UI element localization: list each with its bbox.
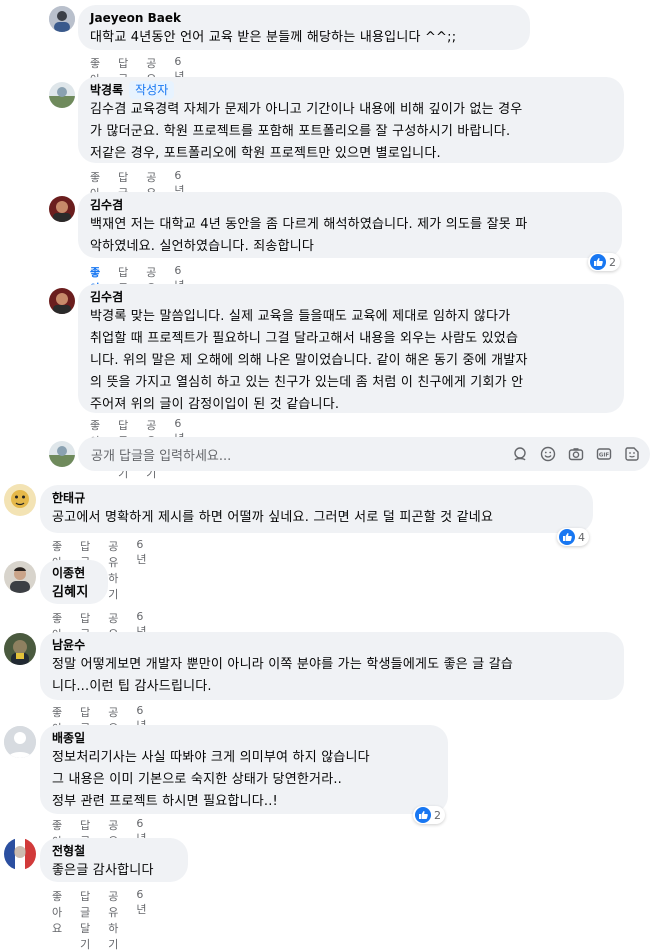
comment-text: 백재연 저는 대학교 4년 동안을 좀 다르게 해석하였습니다. 제가 의도를 … [90,217,528,254]
comment-author[interactable]: 남윤수 [52,637,612,654]
avatar[interactable] [49,82,75,108]
svg-text:GIF: GIF [598,452,609,458]
reaction-count[interactable]: 2 [413,806,445,824]
avatar[interactable] [4,633,36,665]
comment-bubble: 김수겸 박경록 맞는 말씀입니다. 실제 교육을 들을때도 교육에 제대로 임하… [78,284,624,413]
comment-header: 박경록 작성자 [90,81,612,99]
reaction-number: 4 [578,530,585,544]
avatar[interactable] [4,561,36,593]
comment-text[interactable]: 김혜지 [52,582,96,604]
reaction-count[interactable]: 4 [557,528,589,546]
comment-text: 김수겸 교육경력 자체가 문제가 아니고 기간이나 내용에 비해 깊이가 없는 … [90,102,523,161]
avatar[interactable] [4,838,36,870]
comment-author[interactable]: 전형철 [52,843,176,860]
comment-bubble: Jaeyeon Baek 대학교 4년동안 언어 교육 받은 분들께 해당하는 … [78,5,530,50]
comment-author[interactable]: 김수겸 [90,197,610,214]
reply-input[interactable]: 공개 답글을 입력하세요... GIF [78,437,650,471]
avatar[interactable] [4,484,36,516]
comment-author[interactable]: 이종현 [52,565,96,582]
camera-icon[interactable] [567,445,584,462]
comment-text: 좋은글 감사합니다 [52,863,154,878]
thumbs-up-icon [559,529,575,545]
comment-text: 공고에서 명확하게 제시를 하면 어떨까 싶네요. 그러면 서로 덜 피곤할 것… [52,510,494,525]
timestamp[interactable]: 6년 [136,888,146,952]
comment-author[interactable]: 김수겸 [90,289,612,306]
avatar[interactable] [49,288,75,314]
comment-bubble: 김수겸 백재연 저는 대학교 4년 동안을 좀 다르게 해석하였습니다. 제가 … [78,192,622,258]
gif-icon[interactable]: GIF [595,445,612,462]
comment-author[interactable]: 한태규 [52,490,581,507]
comment-bubble: 박경록 작성자 김수겸 교육경력 자체가 문제가 아니고 기간이나 내용에 비해… [78,77,624,163]
reaction-number: 2 [609,255,616,269]
comment-author[interactable]: 박경록 [90,82,123,99]
comment-text: 정말 어떻게보면 개발자 뿐만이 아니라 이쪽 분야를 가는 학생들에게도 좋은… [52,657,514,694]
reply-placeholder: 공개 답글을 입력하세요... [91,449,232,464]
comment-bubble: 한태규 공고에서 명확하게 제시를 하면 어떨까 싶네요. 그러면 서로 덜 피… [40,485,593,533]
share-button[interactable]: 공유하기 [108,538,118,602]
reaction-number: 2 [434,808,441,822]
comment-bubble: 배종일 정보처리기사는 사실 따봐야 크게 의미부여 하지 않습니다 그 내용은… [40,725,448,814]
comment-text: 대학교 4년동안 언어 교육 받은 분들께 해당하는 내용입니다 ^^;; [90,30,457,45]
timestamp[interactable]: 6년 [136,538,146,602]
comment-actions: 좋아요 답글 달기 공유하기 6년 [52,888,165,952]
comment-text: 정보처리기사는 사실 따봐야 크게 의미부여 하지 않습니다 그 내용은 이미 … [52,750,370,809]
avatar-sticker-icon[interactable] [511,445,528,462]
comment-bubble: 남윤수 정말 어떻게보면 개발자 뿐만이 아니라 이쪽 분야를 가는 학생들에게… [40,632,624,700]
reaction-count[interactable]: 2 [588,253,620,271]
comment-text: 박경록 맞는 말씀입니다. 실제 교육을 들을때도 교육에 제대로 임하지 않다… [90,309,528,412]
share-button[interactable]: 공유하기 [108,888,118,952]
comment-author[interactable]: Jaeyeon Baek [90,10,518,27]
emoji-icon[interactable] [539,445,556,462]
avatar[interactable] [4,726,36,758]
comment-author[interactable]: 배종일 [52,730,436,747]
sticker-icon[interactable] [623,445,640,462]
thumbs-up-icon [415,807,431,823]
like-button[interactable]: 좋아요 [52,888,62,952]
thumbs-up-icon [590,254,606,270]
reply-toolbar: GIF [511,445,640,462]
reply-button[interactable]: 답글 달기 [80,888,90,952]
author-badge: 작성자 [129,81,175,99]
avatar[interactable] [49,196,75,222]
comment-bubble: 전형철 좋은글 감사합니다 [40,838,188,882]
comment-bubble: 이종현 김혜지 [40,560,108,604]
avatar[interactable] [49,6,75,32]
current-user-avatar [49,441,75,467]
